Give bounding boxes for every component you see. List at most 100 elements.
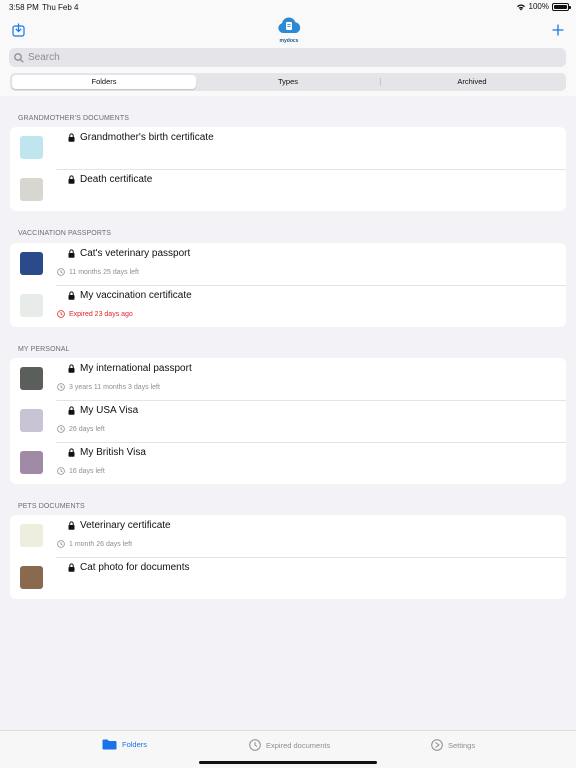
status-time: 3:58 PM bbox=[9, 3, 39, 12]
lock-icon bbox=[68, 249, 75, 258]
document-title: My international passport bbox=[68, 363, 192, 374]
expiry-text: Expired 23 days ago bbox=[69, 310, 133, 318]
tab-bar: Folders Expired documents Settings bbox=[0, 730, 576, 768]
search-icon bbox=[14, 52, 24, 63]
lock-icon bbox=[68, 133, 75, 142]
segmented-control: Folders Types Archived bbox=[10, 73, 566, 91]
document-row[interactable]: Death certificate bbox=[10, 169, 566, 211]
tab-settings-label: Settings bbox=[448, 740, 476, 750]
document-title: Grandmother's birth certificate bbox=[68, 132, 214, 143]
segment-folders[interactable]: Folders bbox=[12, 75, 196, 89]
expiry-text: 16 days left bbox=[69, 467, 105, 475]
document-title-text: Cat's veterinary passport bbox=[80, 248, 191, 259]
segment-types[interactable]: Types bbox=[196, 75, 380, 89]
status-bar: 3:58 PM Thu Feb 4 100% bbox=[0, 0, 576, 14]
segment-archived[interactable]: Archived bbox=[380, 75, 564, 89]
document-title: My British Visa bbox=[68, 447, 146, 458]
document-title: Veterinary certificate bbox=[68, 520, 171, 531]
document-title: My vaccination certificate bbox=[68, 290, 192, 301]
download-icon bbox=[11, 23, 25, 37]
document-thumbnail bbox=[20, 178, 43, 201]
document-row[interactable]: My USA Visa 26 days left bbox=[10, 400, 566, 442]
tab-folders[interactable]: Folders bbox=[102, 739, 147, 750]
expiry-text: 26 days left bbox=[69, 425, 105, 433]
document-thumbnail bbox=[20, 252, 43, 275]
section-title: MY PERSONAL bbox=[18, 346, 70, 353]
document-expiry: 16 days left bbox=[57, 467, 105, 475]
document-thumbnail bbox=[20, 566, 43, 589]
document-title-text: My British Visa bbox=[80, 447, 146, 458]
logo-text: mydocs bbox=[279, 38, 299, 44]
document-title-text: Grandmother's birth certificate bbox=[80, 132, 214, 143]
section-title: VACCINATION PASSPORTS bbox=[18, 230, 111, 237]
wifi-icon bbox=[516, 4, 525, 10]
search-input[interactable] bbox=[28, 52, 528, 63]
section-card: My international passport 3 years 11 mon… bbox=[10, 358, 566, 484]
document-title-text: Cat photo for documents bbox=[80, 562, 190, 573]
document-thumbnail bbox=[20, 294, 43, 317]
lock-icon bbox=[68, 175, 75, 184]
document-title-text: My vaccination certificate bbox=[80, 290, 192, 301]
clock-icon bbox=[249, 739, 261, 751]
section-title: GRANDMOTHER'S DOCUMENTS bbox=[18, 115, 129, 122]
document-row[interactable]: My international passport 3 years 11 mon… bbox=[10, 358, 566, 400]
lock-icon bbox=[68, 406, 75, 415]
document-title-text: My USA Visa bbox=[80, 405, 139, 416]
tab-expired-documents[interactable]: Expired documents bbox=[249, 739, 330, 751]
document-title: My USA Visa bbox=[68, 405, 138, 416]
lock-icon bbox=[68, 291, 75, 300]
plus-icon bbox=[552, 24, 564, 36]
document-title: Cat's veterinary passport bbox=[68, 248, 190, 259]
import-button[interactable] bbox=[8, 20, 28, 40]
document-thumbnail bbox=[20, 524, 43, 547]
document-row[interactable]: Veterinary certificate 1 month 26 days l… bbox=[10, 515, 566, 557]
settings-icon bbox=[431, 739, 443, 751]
lock-icon bbox=[68, 364, 75, 373]
document-row[interactable]: My vaccination certificate Expired 23 da… bbox=[10, 285, 566, 327]
document-title-text: Veterinary certificate bbox=[80, 520, 171, 531]
cloud-logo-icon bbox=[278, 17, 301, 33]
document-expiry: 26 days left bbox=[57, 425, 105, 433]
lock-icon bbox=[68, 521, 75, 530]
clock-icon bbox=[57, 540, 65, 548]
document-expiry: 1 month 26 days left bbox=[57, 540, 132, 548]
document-row[interactable]: My British Visa 16 days left bbox=[10, 442, 566, 484]
status-date: Thu Feb 4 bbox=[42, 3, 79, 12]
battery-icon bbox=[552, 2, 571, 11]
battery-percent: 100% bbox=[528, 2, 549, 11]
add-button[interactable] bbox=[548, 20, 568, 40]
document-thumbnail bbox=[20, 409, 43, 432]
folder-icon bbox=[102, 739, 117, 750]
tab-settings[interactable]: Settings bbox=[431, 739, 475, 751]
document-thumbnail bbox=[20, 367, 43, 390]
document-expiry: 11 months 25 days left bbox=[57, 268, 139, 276]
tab-expired-label: Expired documents bbox=[266, 740, 331, 750]
document-title: Death certificate bbox=[68, 174, 152, 185]
clock-icon bbox=[57, 467, 65, 475]
expiry-text: 1 month 26 days left bbox=[69, 540, 133, 548]
search-bar[interactable] bbox=[9, 48, 566, 67]
status-right: 100% bbox=[516, 2, 571, 11]
section-card: Cat's veterinary passport 11 months 25 d… bbox=[10, 243, 566, 327]
document-row[interactable]: Cat's veterinary passport 11 months 25 d… bbox=[10, 243, 566, 285]
document-title-text: My international passport bbox=[80, 363, 192, 374]
section-card: Veterinary certificate 1 month 26 days l… bbox=[10, 515, 566, 599]
clock-icon bbox=[57, 425, 65, 433]
document-thumbnail bbox=[20, 451, 43, 474]
document-row[interactable]: Cat photo for documents bbox=[10, 557, 566, 599]
document-expiry: 3 years 11 months 3 days left bbox=[57, 383, 160, 391]
lock-icon bbox=[68, 448, 75, 457]
document-title: Cat photo for documents bbox=[68, 562, 190, 573]
document-expiry: Expired 23 days ago bbox=[57, 310, 133, 318]
clock-icon bbox=[57, 268, 65, 276]
tab-folders-label: Folders bbox=[122, 740, 148, 749]
clock-expired-icon bbox=[57, 310, 65, 318]
section-title: PETS DOCUMENTS bbox=[18, 503, 85, 510]
document-row[interactable]: Grandmother's birth certificate bbox=[10, 127, 566, 169]
expiry-text: 11 months 25 days left bbox=[69, 268, 139, 276]
section-card: Grandmother's birth certificate Death ce… bbox=[10, 127, 566, 211]
app-logo: mydocs bbox=[276, 16, 302, 44]
lock-icon bbox=[68, 563, 75, 572]
nav-header: mydocs Folders Types Archived bbox=[0, 14, 576, 96]
document-thumbnail bbox=[20, 136, 43, 159]
